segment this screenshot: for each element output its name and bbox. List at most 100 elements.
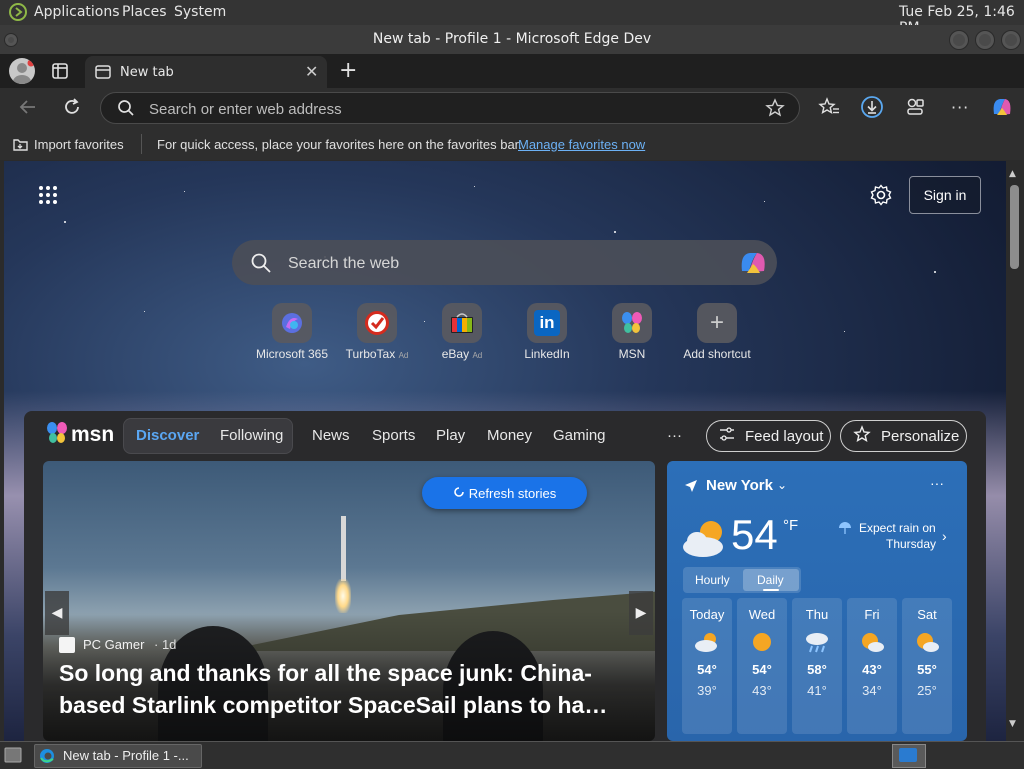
refresh-icon[interactable] xyxy=(62,97,82,121)
scroll-down-icon[interactable]: ▼ xyxy=(1009,719,1016,729)
rain-icon xyxy=(792,631,842,656)
nav-news[interactable]: News xyxy=(312,427,350,444)
manage-favorites-link[interactable]: Manage favorites now xyxy=(518,137,645,152)
weather-location[interactable]: New York xyxy=(706,477,773,494)
shortcut-msn[interactable]: MSN xyxy=(592,303,672,361)
address-bar[interactable] xyxy=(100,92,800,124)
shortcut-add[interactable]: + Add shortcut xyxy=(677,303,757,361)
refresh-spinner-icon xyxy=(453,486,465,501)
menu-places[interactable]: Places xyxy=(122,4,167,20)
favorites-icon[interactable] xyxy=(818,97,840,121)
close-tab-icon[interactable]: ✕ xyxy=(305,62,318,81)
shortcut-ebay[interactable]: eBay Ad xyxy=(422,303,502,361)
settings-gear-icon[interactable] xyxy=(870,184,892,210)
close-window-button[interactable] xyxy=(1001,30,1021,50)
story-source[interactable]: PC Gamer xyxy=(83,637,144,652)
story-headline[interactable]: So long and thanks for all the space jun… xyxy=(59,657,644,721)
feed-layout-label: Feed layout xyxy=(745,427,824,445)
nav-play[interactable]: Play xyxy=(436,427,465,444)
carousel-prev-button[interactable]: ◀ xyxy=(45,591,69,635)
tab-actions-icon[interactable] xyxy=(51,62,69,84)
umbrella-icon xyxy=(838,521,852,540)
copilot-icon[interactable] xyxy=(990,96,1014,122)
desktop-logo-icon[interactable] xyxy=(8,3,28,25)
alert-chevron-icon[interactable]: › xyxy=(942,528,947,544)
workspace-switcher[interactable] xyxy=(892,744,926,768)
msn-nav-bar: msn Discover Following News Sports Play … xyxy=(24,411,986,461)
minimize-button[interactable] xyxy=(949,30,969,50)
temp-unit[interactable]: °F xyxy=(783,517,798,534)
linkedin-icon: in xyxy=(527,303,567,343)
forecast-day-today[interactable]: Today 54° 39° xyxy=(682,598,732,734)
more-menu-icon[interactable]: ··· xyxy=(951,98,969,117)
microsoft-365-icon xyxy=(272,303,312,343)
maximize-button[interactable] xyxy=(975,30,995,50)
refresh-stories-button[interactable]: Refresh stories xyxy=(422,477,587,509)
toggle-daily[interactable]: Daily xyxy=(757,573,784,587)
menu-system[interactable]: System xyxy=(174,4,226,20)
personalize-button[interactable]: Personalize xyxy=(840,420,967,452)
import-favorites-icon[interactable] xyxy=(12,136,29,155)
copilot-search-icon[interactable] xyxy=(738,249,768,281)
nav-gaming[interactable]: Gaming xyxy=(553,427,606,444)
menu-applications[interactable]: Applications xyxy=(34,4,120,20)
shortcut-microsoft-365[interactable]: Microsoft 365 xyxy=(252,303,332,361)
desktop-top-panel: Applications Places System Tue Feb 25, 1… xyxy=(0,0,1024,36)
msn-logo-icon[interactable] xyxy=(44,420,70,450)
forecast-day-sat[interactable]: Sat 55° 25° xyxy=(902,598,952,734)
feed-layout-button[interactable]: Feed layout xyxy=(706,420,831,452)
apps-grid-icon[interactable] xyxy=(38,185,58,209)
web-search-box[interactable] xyxy=(232,240,777,285)
rocket-image xyxy=(341,516,346,581)
tab-discover[interactable]: Discover xyxy=(136,427,199,444)
forecast-toggle: Hourly Daily xyxy=(683,567,801,593)
page-scrollbar[interactable]: ▲ ▼ xyxy=(1006,161,1024,741)
nav-money[interactable]: Money xyxy=(487,427,532,444)
msn-logo-text[interactable]: msn xyxy=(71,423,114,447)
partly-cloudy-icon xyxy=(902,631,952,656)
sliders-icon xyxy=(719,427,735,445)
forecast-day-wed[interactable]: Wed 54° 43° xyxy=(737,598,787,734)
weather-more-icon[interactable]: ··· xyxy=(930,475,944,491)
ad-badge: Ad xyxy=(472,351,483,360)
tab-following[interactable]: Following xyxy=(220,427,283,444)
taskbar-window-button[interactable]: New tab - Profile 1 -... xyxy=(34,744,202,768)
sunny-icon xyxy=(737,631,787,656)
shortcut-turbotax[interactable]: TurboTax Ad xyxy=(337,303,417,361)
taskbar-window-label: New tab - Profile 1 -... xyxy=(63,748,189,763)
nav-more-icon[interactable]: ··· xyxy=(667,427,682,444)
profile-avatar[interactable] xyxy=(9,58,35,84)
nav-sports[interactable]: Sports xyxy=(372,427,415,444)
hero-story-card[interactable]: Refresh stories ◀ ▶ PC Gamer · 1d So lon… xyxy=(43,461,655,741)
carousel-next-button[interactable]: ▶ xyxy=(629,591,653,635)
downloads-icon[interactable] xyxy=(860,95,884,123)
add-plus-icon: + xyxy=(697,303,737,343)
favorites-divider xyxy=(141,134,142,154)
forecast-day-fri[interactable]: Fri 43° 34° xyxy=(847,598,897,734)
tab-new-tab[interactable]: New tab ✕ xyxy=(85,56,327,88)
import-favorites-button[interactable]: Import favorites xyxy=(34,137,124,152)
sign-in-button[interactable]: Sign in xyxy=(909,176,981,214)
scroll-up-icon[interactable]: ▲ xyxy=(1009,169,1016,179)
workspace-thumbnail xyxy=(899,748,917,762)
ebay-icon xyxy=(442,303,482,343)
show-desktop-icon[interactable] xyxy=(4,747,22,767)
weather-alert-line2[interactable]: Thursday xyxy=(886,537,936,551)
scrollbar-thumb[interactable] xyxy=(1010,185,1019,269)
new-tab-favicon-icon xyxy=(95,64,111,84)
weather-card[interactable]: New York ⌄ ··· 54 °F Expect rain on Thur… xyxy=(667,461,967,741)
back-arrow-icon[interactable] xyxy=(18,97,38,121)
personalize-label: Personalize xyxy=(881,427,960,445)
shortcut-linkedin[interactable]: in LinkedIn xyxy=(507,303,587,361)
address-input[interactable] xyxy=(147,98,751,120)
favorite-star-icon[interactable] xyxy=(765,98,785,122)
forecast-day-thu[interactable]: Thu 58° 41° xyxy=(792,598,842,734)
extensions-icon[interactable] xyxy=(906,97,926,121)
location-chevron-icon[interactable]: ⌄ xyxy=(777,478,787,492)
toggle-hourly[interactable]: Hourly xyxy=(695,573,730,587)
new-tab-plus-icon[interactable]: + xyxy=(339,58,357,83)
web-search-input[interactable] xyxy=(286,252,710,276)
window-titlebar[interactable]: New tab - Profile 1 - Microsoft Edge Dev xyxy=(0,25,1024,54)
weather-alert-line1[interactable]: Expect rain on xyxy=(859,521,936,535)
location-arrow-icon xyxy=(684,479,698,498)
